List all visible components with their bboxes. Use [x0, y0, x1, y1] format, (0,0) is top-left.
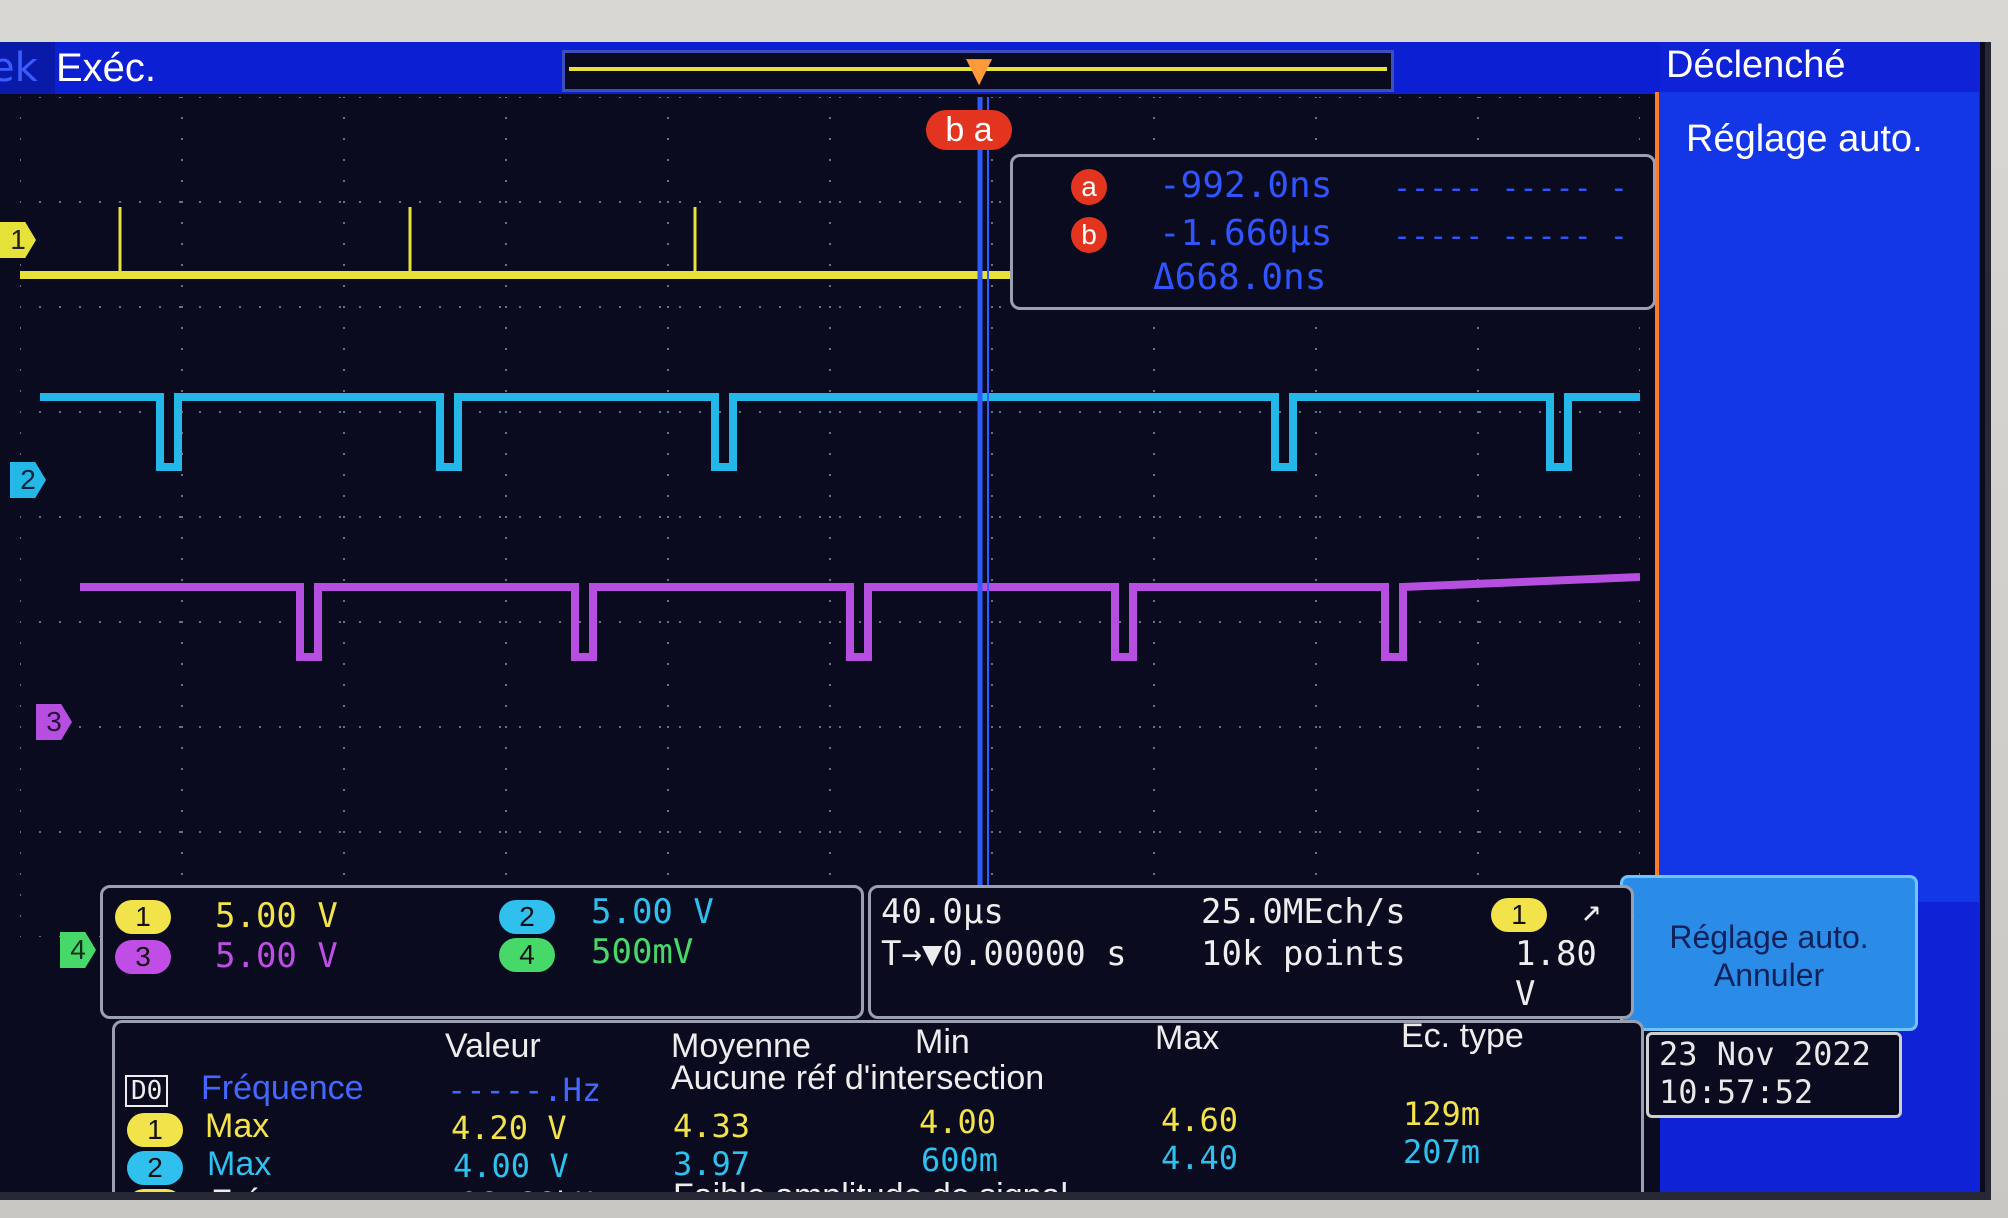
- row3-name: Fréquence: [211, 1183, 374, 1192]
- trigger-position: T→▼0.00000 s: [881, 934, 1127, 974]
- row1-value: 4.20 V: [451, 1109, 567, 1147]
- sample-rate: 25.0MEch/s: [1201, 892, 1406, 932]
- row0-note: Aucune réf d'intersection: [671, 1059, 1045, 1097]
- channel-2-trace: [40, 393, 1640, 471]
- cursor-a-badge: a: [1071, 169, 1107, 205]
- horizontal-trigger-readout[interactable]: 40.0µs T→▼0.00000 s 25.0MEch/s 10k point…: [868, 885, 1634, 1019]
- trigger-status: Déclenché: [1666, 44, 1846, 86]
- side-menu: [1655, 92, 1979, 902]
- cursor-b-badge: b: [1071, 217, 1107, 253]
- acquisition-state: Exéc.: [56, 46, 157, 90]
- trigger-source-chip: 1: [1491, 898, 1547, 932]
- autoset-undo-label-2: Annuler: [1713, 957, 1825, 993]
- ch2-scale: 5.00 V: [591, 892, 714, 932]
- row3-value: 16.66kHz: [459, 1185, 613, 1192]
- row2-max: 4.40: [1161, 1139, 1239, 1177]
- row2-name: Max: [207, 1145, 272, 1183]
- channel-3-trace: [80, 573, 1640, 661]
- row2-min: 600m: [921, 1141, 999, 1179]
- header-std: Ec. type: [1401, 1017, 1524, 1055]
- side-menu-title: Réglage auto.: [1686, 118, 1923, 160]
- vertical-scale-readout[interactable]: 1 5.00 V 2 5.00 V 3 5.00 V 4 500mV: [100, 885, 864, 1019]
- header-max: Max: [1155, 1019, 1220, 1057]
- cursor-delta: Δ668.0ns: [1153, 257, 1327, 298]
- row2-value: 4.00 V: [453, 1147, 569, 1185]
- autoset-undo-label-1: Réglage auto.: [1669, 919, 1869, 955]
- ch3-chip: 3: [115, 940, 171, 974]
- row1-source: 1: [127, 1113, 183, 1147]
- ch1-scale: 5.00 V: [215, 896, 338, 936]
- ch4-scale: 500mV: [591, 932, 694, 972]
- ch4-chip: 4: [499, 938, 555, 972]
- row0-source: D0: [125, 1075, 169, 1107]
- row1-min: 4.00: [919, 1103, 997, 1141]
- row1-max: 4.60: [1161, 1101, 1239, 1139]
- cursor-readout: a -992.0ns ----- ----- - b -1.660µs ----…: [1010, 154, 1656, 310]
- ch2-chip: 2: [499, 900, 555, 934]
- row0-name: Fréquence: [201, 1069, 364, 1107]
- channel-4-marker[interactable]: 4: [60, 932, 96, 968]
- row1-name: Max: [205, 1107, 270, 1145]
- date: 23 Nov 2022: [1659, 1035, 1871, 1073]
- trigger-level: 1.80 V: [1515, 934, 1597, 1014]
- measurements-table[interactable]: Valeur Moyenne Min Max Ec. type D0 Fréqu…: [112, 1017, 1644, 1200]
- row2-std: 207m: [1403, 1133, 1481, 1171]
- timebase: 40.0µs: [881, 892, 1004, 932]
- header-min: Min: [915, 1023, 970, 1061]
- ch1-chip: 1: [115, 900, 171, 934]
- cursor-b-value: -1.660µs: [1159, 213, 1333, 254]
- record-length: 10k points: [1201, 934, 1406, 974]
- cursor-badges[interactable]: b a: [926, 110, 1012, 150]
- row2-source: 2: [127, 1151, 183, 1185]
- brand-logo: ek: [0, 42, 55, 94]
- datetime-display: 23 Nov 2022 10:57:52: [1646, 1032, 1902, 1118]
- header-value: Valeur: [445, 1027, 541, 1065]
- cursor-a-value: -992.0ns: [1159, 165, 1333, 206]
- row3-source: 1: [127, 1189, 183, 1192]
- oscilloscope-screen: ek Exéc. ▼ Déclenché Réglage auto. Régla…: [0, 42, 1991, 1200]
- row0-value: -----.Hz: [447, 1071, 602, 1109]
- autoset-undo-button[interactable]: Réglage auto. Annuler: [1620, 875, 1918, 1031]
- row1-std: 129m: [1403, 1095, 1481, 1133]
- trigger-position-icon: ▼: [966, 50, 993, 90]
- row1-mean: 4.33: [673, 1107, 751, 1145]
- cursor-b-dash: ----- ----- -: [1393, 219, 1628, 254]
- cursor-a-dash: ----- ----- -: [1393, 171, 1628, 206]
- row3-note: Faible amplitude de signal: [673, 1177, 1069, 1200]
- trigger-slope-icon: ↗: [1581, 890, 1602, 930]
- ch3-scale: 5.00 V: [215, 936, 338, 976]
- time: 10:57:52: [1659, 1073, 1814, 1111]
